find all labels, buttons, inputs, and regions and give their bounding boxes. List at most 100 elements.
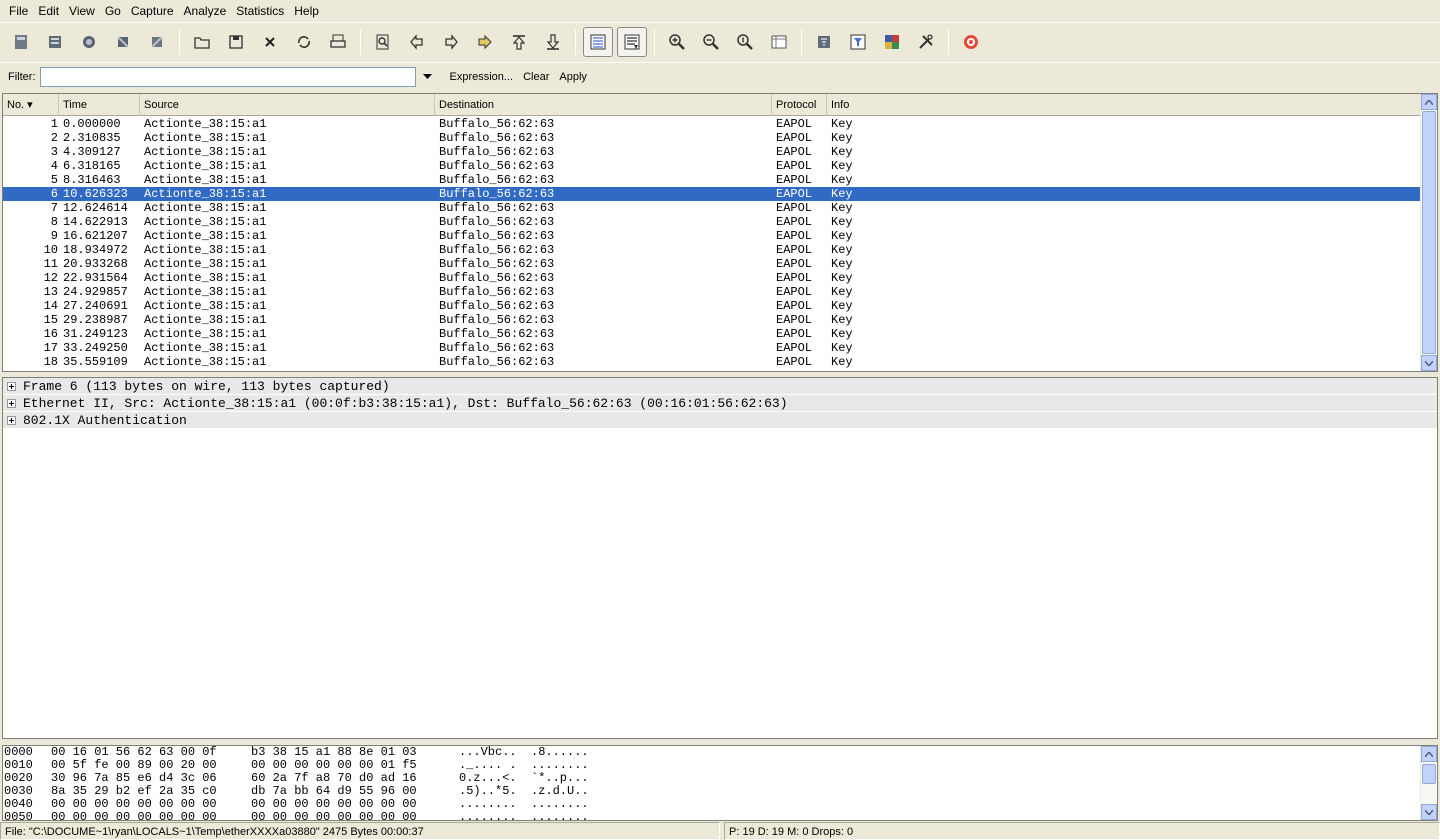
scroll-down-arrow[interactable] [1421,804,1437,820]
packet-row[interactable]: 4 6.318165 Actionte_38:15:a1 Buffalo_56:62:… [3,159,1421,173]
detail-tree-item[interactable]: Frame 6 (113 bytes on wire, 113 bytes ca… [3,378,1437,395]
expression-button[interactable]: Expression... [450,71,514,83]
packet-proto-cell: EAPOL [776,313,813,327]
save-file-button[interactable] [221,27,251,57]
open-file-button[interactable] [187,27,217,57]
restart-capture-button[interactable] [142,27,172,57]
go-to-packet-button[interactable] [470,27,500,57]
resize-columns-button[interactable] [764,27,794,57]
capture-filters-button[interactable] [809,27,839,57]
apply-button[interactable]: Apply [559,71,587,83]
go-first-button[interactable] [504,27,534,57]
packet-row[interactable]: 7 12.624614 Actionte_38:15:a1 Buffalo_56:62… [3,201,1421,215]
display-filters-button[interactable] [843,27,873,57]
packet-row[interactable]: 16 31.249123 Actionte_38:15:a1 Buffalo_56:6… [3,327,1421,341]
packet-info-cell: Key [831,313,853,327]
packet-details-pane[interactable]: Frame 6 (113 bytes on wire, 113 bytes ca… [2,377,1438,739]
filter-input[interactable] [39,66,416,87]
expand-plus-icon[interactable] [7,398,16,408]
packet-row[interactable]: 5 8.316463 Actionte_38:15:a1 Buffalo_56:62:… [3,173,1421,187]
packet-dst-cell: Buffalo_56:62:63 [439,355,555,369]
find-packet-button[interactable] [368,27,398,57]
scroll-up-arrow[interactable] [1421,94,1437,110]
zoom-out-button[interactable] [696,27,726,57]
column-header-destination[interactable]: Destination [435,94,772,116]
go-forward-button[interactable] [436,27,466,57]
packet-list-scrollbar[interactable] [1420,94,1437,371]
bytes-off: 0050 [4,810,33,821]
menu-statistics[interactable]: Statistics [231,0,289,22]
packet-row[interactable]: 17 33.249250 Actionte_38:15:a1 Buffalo_56:6… [3,341,1421,355]
packet-row[interactable]: 9 16.621207 Actionte_38:15:a1 Buffalo_56:62… [3,229,1421,243]
colorize-button[interactable] [583,26,613,57]
capture-options-button[interactable] [40,27,70,57]
packet-row[interactable]: 10 18.934972 Actionte_38:15:a1 Buffalo_56:6… [3,243,1421,257]
save-file-icon [229,34,243,49]
packet-info-cell: Key [831,299,853,313]
stop-capture-button[interactable] [108,27,138,57]
expand-plus-icon[interactable] [7,381,16,391]
scroll-up-arrow[interactable] [1421,746,1437,762]
packet-dst-cell: Buffalo_56:62:63 [439,159,555,173]
toolbar-separator [801,28,802,55]
menu-capture[interactable]: Capture [126,0,179,22]
go-forward-icon [445,33,458,50]
packet-row[interactable]: 11 20.933268 Actionte_38:15:a1 Buffalo_56:6… [3,257,1421,271]
close-file-button[interactable] [255,27,285,57]
packet-row[interactable]: 12 22.931564 Actionte_38:15:a1 Buffalo_56:6… [3,271,1421,285]
menu-help[interactable]: Help [289,0,324,22]
column-header-time[interactable]: Time [59,94,140,116]
packet-dst-cell: Buffalo_56:62:63 [439,257,555,271]
clear-button[interactable]: Clear [523,71,549,83]
packet-row[interactable]: 2 2.310835 Actionte_38:15:a1 Buffalo_56:62:… [3,131,1421,145]
help-button[interactable] [956,27,986,57]
toolbar-separator [360,28,361,55]
menu-edit[interactable]: Edit [33,0,64,22]
menu-analyze[interactable]: Analyze [179,0,232,22]
interfaces-button[interactable] [6,27,36,57]
reload-button[interactable] [289,27,319,57]
filter-dropdown-button[interactable] [420,67,436,87]
coloring-rules-button[interactable] [877,27,907,57]
menu-file[interactable]: File [4,0,33,22]
zoom-normal-button[interactable] [730,27,760,57]
packet-row[interactable]: 18 35.559109 Actionte_38:15:a1 Buffalo_56:6… [3,355,1421,369]
filter-toolbar: Filter: Expression... Clear Apply [0,62,1440,90]
capture-filters-icon [818,35,830,48]
scroll-thumb[interactable] [1422,111,1436,354]
detail-label: Frame 6 (113 bytes on wire, 113 bytes ca… [23,378,390,394]
find-packet-icon [376,34,389,49]
packet-row[interactable]: 14 27.240691 Actionte_38:15:a1 Buffalo_56:6… [3,299,1421,313]
column-header-info[interactable]: Info [827,94,1421,116]
preferences-button[interactable] [911,27,941,57]
packet-src-cell: Actionte_38:15:a1 [144,355,267,369]
column-header-protocol[interactable]: Protocol [772,94,827,116]
go-last-button[interactable] [538,27,568,57]
column-header-source[interactable]: Source [140,94,435,116]
packet-row[interactable]: 1 0.000000 Actionte_38:15:a1 Buffalo_56:62:… [3,117,1421,131]
scroll-thumb[interactable] [1422,764,1436,784]
go-back-button[interactable] [402,27,432,57]
packet-row[interactable]: 6 10.626323 Actionte_38:15:a1 Buffalo_56:62… [3,187,1421,201]
bytes-scrollbar[interactable] [1420,746,1437,820]
detail-tree-item[interactable]: 802.1X Authentication [3,412,1437,429]
print-button[interactable] [323,27,353,57]
packet-row[interactable]: 3 4.309127 Actionte_38:15:a1 Buffalo_56:62:… [3,145,1421,159]
detail-tree-item[interactable]: Ethernet II, Src: Actionte_38:15:a1 (00:… [3,395,1437,412]
packet-dst-cell: Buffalo_56:62:63 [439,299,555,313]
column-header-no[interactable]: No. ▾ [3,94,59,116]
packet-list-pane[interactable]: No. ▾ Time Source Destination Protocol Info 1… [2,93,1438,372]
packet-no-cell: 5 [50,173,58,187]
expand-plus-icon[interactable] [7,415,16,425]
packet-time-cell: 6.318165 [63,159,121,173]
start-capture-button[interactable] [74,27,104,57]
menu-go[interactable]: Go [100,0,126,22]
auto-scroll-button[interactable] [617,26,647,57]
scroll-down-arrow[interactable] [1421,355,1437,371]
packet-row[interactable]: 15 29.238987 Actionte_38:15:a1 Buffalo_56:6… [3,313,1421,327]
packet-bytes-pane[interactable]: 0000 00 16 01 56 62 63 00 0f b3 38 15 a1 8… [2,745,1438,821]
packet-row[interactable]: 13 24.929857 Actionte_38:15:a1 Buffalo_56:6… [3,285,1421,299]
zoom-in-button[interactable] [662,27,692,57]
menu-view[interactable]: View [64,0,100,22]
packet-row[interactable]: 8 14.622913 Actionte_38:15:a1 Buffalo_56:62… [3,215,1421,229]
